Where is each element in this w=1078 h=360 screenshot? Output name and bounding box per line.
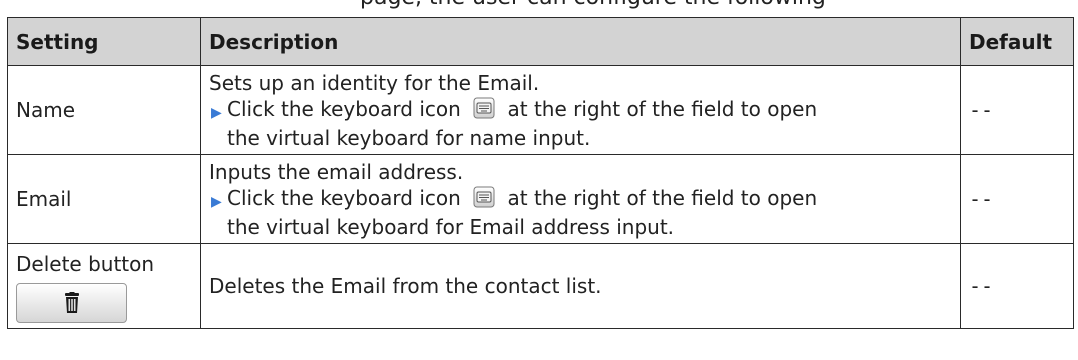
description-cell-delete: Deletes the Email from the contact list.	[200, 243, 961, 329]
header-description: Description	[200, 17, 961, 66]
bullet-text-pre: Click the keyboard icon	[227, 185, 461, 210]
setting-cell-email: Email	[7, 154, 201, 244]
table-header-row: Setting Description Default	[7, 17, 1074, 66]
settings-table: Setting Description Default Name Sets up…	[7, 17, 1074, 329]
bullet-text-pre: Click the keyboard icon	[227, 96, 461, 121]
bullet-text-continued: the virtual keyboard for Email address i…	[227, 214, 675, 239]
description-cell-name: Sets up an identity for the Email. ▶ Cli…	[200, 65, 961, 155]
description-text: Sets up an identity for the Email.	[209, 70, 540, 95]
bullet-item: ▶ Click the keyboard icon at the right o…	[209, 96, 952, 151]
delete-button[interactable]	[16, 283, 127, 323]
bullet-text-post: at the right of the field to open	[507, 96, 818, 121]
bullet-item: ▶ Click the keyboard icon at the right o…	[209, 185, 952, 240]
default-cell-name: --	[960, 65, 1074, 155]
page-intro-text-fragment: page, the user can configure the followi…	[360, 0, 826, 12]
blue-triangle-arrow-icon: ▶	[211, 193, 222, 210]
table-row: Delete button Deletes the Email from the…	[7, 243, 1074, 329]
description-text: Inputs the email address.	[209, 159, 464, 184]
setting-cell-delete: Delete button	[7, 243, 201, 329]
header-setting: Setting	[7, 17, 201, 66]
header-default: Default	[960, 17, 1074, 66]
keyboard-icon	[473, 186, 495, 214]
bullet-text-continued: the virtual keyboard for name input.	[227, 125, 591, 150]
table-row: Email Inputs the email address. ▶ Click …	[7, 154, 1074, 244]
default-cell-email: --	[960, 154, 1074, 244]
blue-triangle-arrow-icon: ▶	[211, 104, 222, 121]
table-row: Name Sets up an identity for the Email. …	[7, 65, 1074, 155]
delete-button-label: Delete button	[16, 252, 155, 276]
description-cell-email: Inputs the email address. ▶ Click the ke…	[200, 154, 961, 244]
keyboard-icon	[473, 97, 495, 125]
bullet-text-post: at the right of the field to open	[507, 185, 818, 210]
default-cell-delete: --	[960, 243, 1074, 329]
setting-cell-name: Name	[7, 65, 201, 155]
trash-icon	[64, 292, 79, 313]
